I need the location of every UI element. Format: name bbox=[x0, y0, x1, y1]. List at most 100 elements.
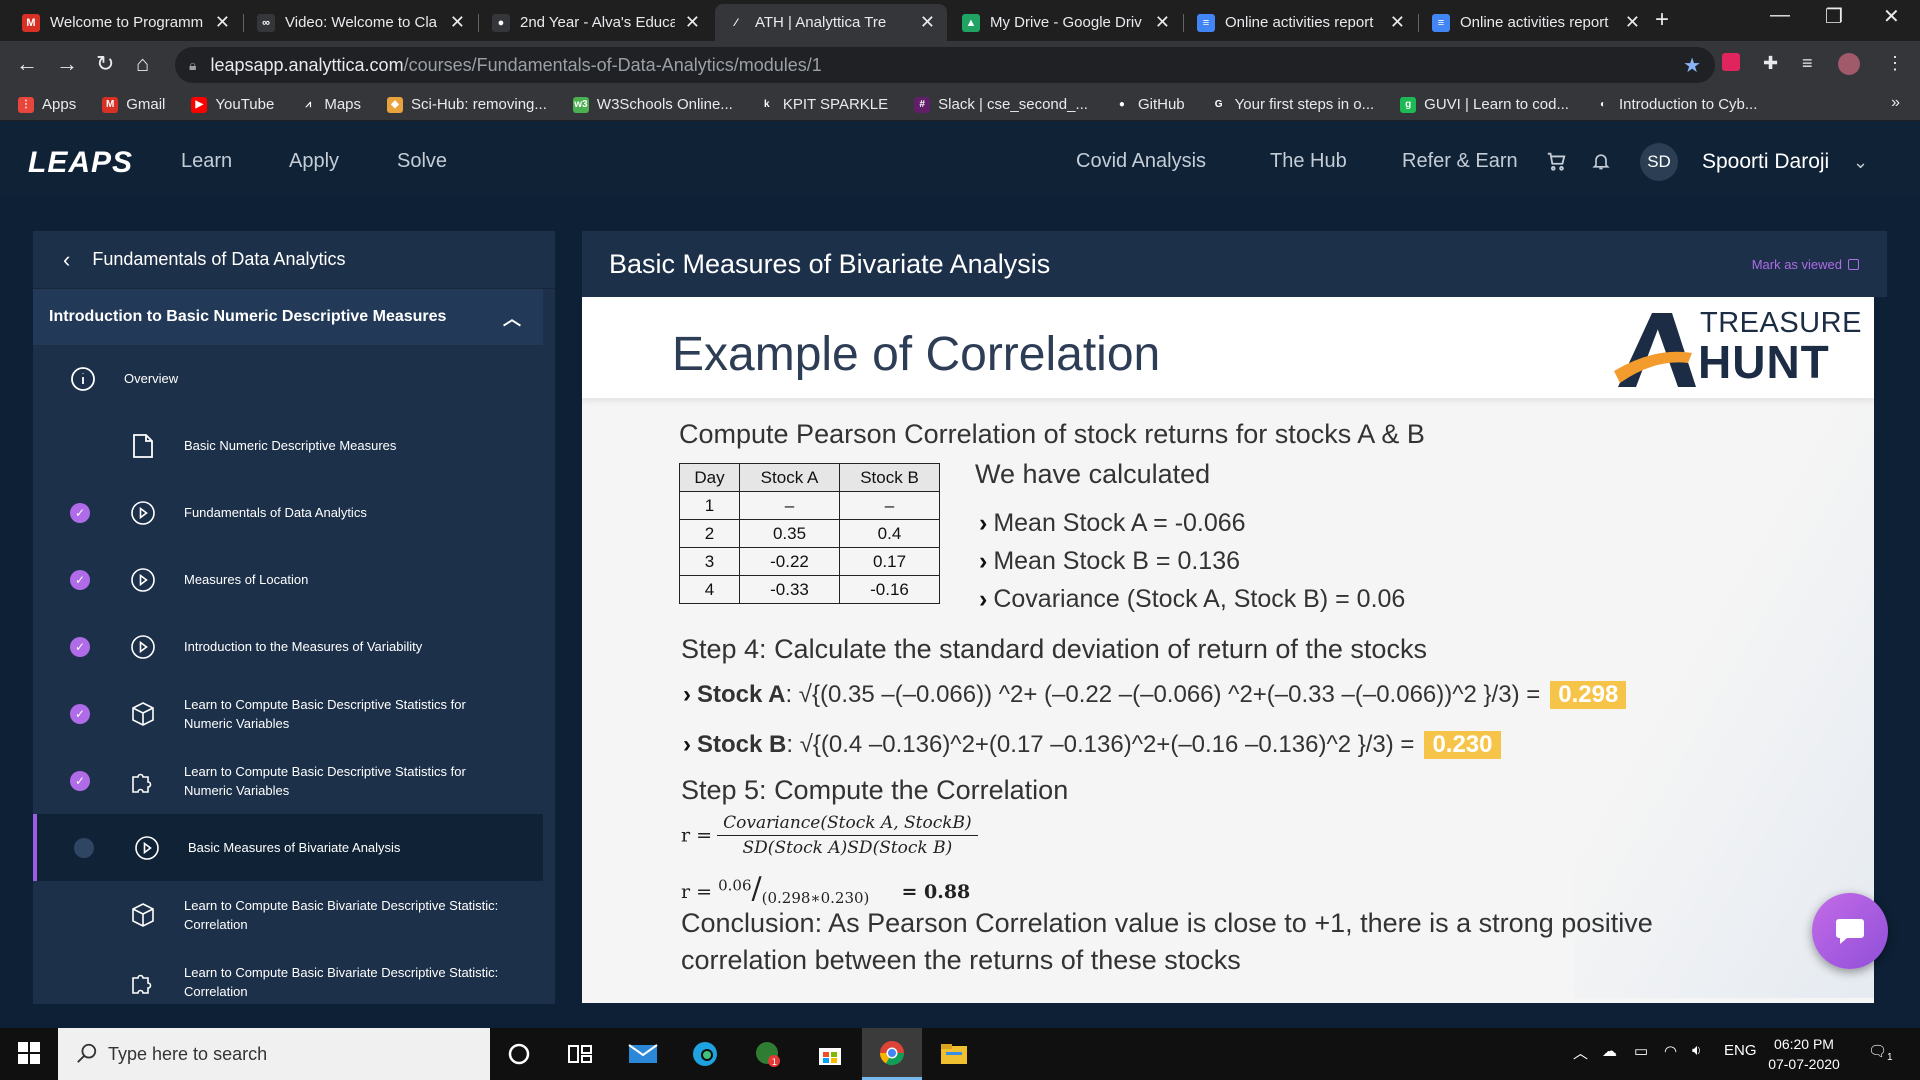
restore-icon[interactable]: ❐ bbox=[1825, 4, 1843, 29]
bookmark-item[interactable]: w3 W3Schools Online... bbox=[572, 96, 733, 113]
tab-close-icon[interactable]: ✕ bbox=[1155, 12, 1170, 33]
notifications-count: 1 bbox=[1887, 1052, 1893, 1063]
browser-tab[interactable]: ▲ My Drive - Google Driv ✕ bbox=[950, 4, 1182, 41]
reload-icon[interactable]: ↻ bbox=[96, 51, 114, 77]
browser-tab[interactable]: ≡ Online activities report ✕ bbox=[1420, 4, 1652, 41]
bookmark-item[interactable]: ⋮ Apps bbox=[18, 96, 76, 113]
bookmark-item[interactable]: g GUVI | Learn to cod... bbox=[1400, 96, 1569, 113]
kpit-icon: k bbox=[758, 96, 775, 113]
user-name[interactable]: Spoorti Daroji bbox=[1702, 150, 1829, 174]
browser-menu-icon[interactable]: ⋮ bbox=[1886, 53, 1904, 74]
profile-avatar-icon[interactable] bbox=[1838, 53, 1860, 80]
bell-icon[interactable] bbox=[1591, 150, 1611, 177]
sidebar-item-label: Learn to Compute Basic Descriptive Stati… bbox=[184, 696, 466, 731]
module-header[interactable]: Introduction to Basic Numeric Descriptiv… bbox=[33, 289, 543, 345]
more-bookmarks-icon[interactable]: » bbox=[1891, 94, 1900, 112]
windows-start-icon[interactable] bbox=[18, 1042, 40, 1069]
browser-tab[interactable]: ∞ Video: Welcome to Cla ✕ bbox=[245, 4, 477, 41]
store-icon[interactable] bbox=[813, 1038, 847, 1070]
nav-the-hub[interactable]: The Hub bbox=[1270, 150, 1347, 173]
sidebar-item[interactable]: Overview bbox=[33, 345, 543, 412]
leaps-logo[interactable]: LEAPS bbox=[28, 146, 133, 180]
back-icon[interactable]: ← bbox=[16, 51, 38, 77]
extensions-icon[interactable]: ✚ bbox=[1763, 53, 1778, 74]
mark-as-viewed-button[interactable]: Mark as viewed bbox=[1752, 257, 1859, 272]
close-window-icon[interactable]: ✕ bbox=[1883, 4, 1900, 29]
sidebar-item-label: Fundamentals of Data Analytics bbox=[184, 505, 367, 520]
cart-icon[interactable] bbox=[1545, 150, 1567, 177]
media-control-icon[interactable]: ≡ bbox=[1802, 53, 1813, 74]
pocket-icon[interactable] bbox=[1722, 53, 1740, 76]
cortana-icon[interactable] bbox=[502, 1038, 536, 1070]
minimize-icon[interactable]: — bbox=[1770, 4, 1790, 27]
nav-refer-earn[interactable]: Refer & Earn bbox=[1402, 150, 1518, 173]
table-header-cell: Stock B bbox=[839, 463, 940, 492]
chevron-down-icon[interactable]: ⌄ bbox=[1853, 152, 1868, 173]
home-icon[interactable]: ⌂ bbox=[136, 51, 149, 77]
notifications-icon[interactable]: 🗨︎1 bbox=[1868, 1042, 1893, 1063]
taskbar-clock[interactable]: 06:20 PM 07-07-2020 bbox=[1758, 1034, 1850, 1074]
browser-tab[interactable]: ≡ Online activities report ✕ bbox=[1185, 4, 1417, 41]
whatsapp-icon[interactable]: 1 bbox=[751, 1038, 785, 1070]
chat-button[interactable] bbox=[1812, 893, 1888, 969]
tab-close-icon[interactable]: ✕ bbox=[215, 12, 230, 33]
sidebar-item[interactable]: Learn to Compute Basic Bivariate Descrip… bbox=[33, 948, 543, 1004]
user-avatar[interactable]: SD bbox=[1640, 143, 1678, 181]
taskbar-search-placeholder: Type here to search bbox=[108, 1043, 268, 1064]
sidebar-item[interactable]: Basic Measures of Bivariate Analysis bbox=[33, 814, 543, 881]
table-row: 3 -0.22 0.17 bbox=[679, 547, 940, 576]
sidebar-item[interactable]: Basic Numeric Descriptive Measures bbox=[33, 412, 543, 479]
sidebar-item[interactable]: ✓ Measures of Location bbox=[33, 546, 543, 613]
edge-icon[interactable] bbox=[688, 1038, 722, 1070]
new-tab-icon[interactable]: + bbox=[1655, 6, 1669, 34]
bookmark-item[interactable]: M Gmail bbox=[102, 96, 165, 113]
bookmark-label: GitHub bbox=[1137, 96, 1185, 113]
file-explorer-icon[interactable] bbox=[937, 1038, 971, 1070]
bookmark-item[interactable]: ▶ YouTube bbox=[191, 96, 274, 113]
bookmark-item[interactable]: ◆ Sci-Hub: removing... bbox=[387, 96, 547, 113]
calculated-mean-b: › Mean Stock B = 0.136 bbox=[979, 547, 1241, 575]
tab-separator bbox=[478, 14, 479, 32]
battery-icon[interactable]: ▭ bbox=[1634, 1042, 1648, 1060]
tab-close-icon[interactable]: ✕ bbox=[685, 12, 700, 33]
sidebar-item[interactable]: ✓ Fundamentals of Data Analytics bbox=[33, 479, 543, 546]
tab-close-icon[interactable]: ✕ bbox=[920, 12, 935, 33]
tab-close-icon[interactable]: ✕ bbox=[450, 12, 465, 33]
tab-close-icon[interactable]: ✕ bbox=[1625, 12, 1640, 33]
sidebar-item[interactable]: ✓ Learn to Compute Basic Descriptive Stat… bbox=[33, 680, 543, 747]
nav-solve[interactable]: Solve bbox=[397, 150, 447, 173]
bookmark-item[interactable]: ⩘ Maps bbox=[300, 96, 361, 113]
checkbox-icon[interactable] bbox=[1848, 259, 1859, 270]
bookmark-item[interactable]: G Your first steps in o... bbox=[1210, 96, 1374, 113]
nav-learn[interactable]: Learn bbox=[181, 150, 232, 173]
bookmark-item[interactable]: # Slack | cse_second_... bbox=[914, 96, 1088, 113]
task-view-icon[interactable] bbox=[563, 1038, 597, 1070]
nav-covid-analysis[interactable]: Covid Analysis bbox=[1076, 150, 1206, 173]
sidebar-item[interactable]: ✓ Learn to Compute Basic Descriptive Stat… bbox=[33, 747, 543, 814]
address-bar[interactable]: 🔒︎ leapsapp.analyttica.com/courses/Funda… bbox=[175, 47, 1715, 83]
bookmark-item[interactable]: ● GitHub bbox=[1113, 96, 1185, 113]
sidebar-course-header[interactable]: ‹ Fundamentals of Data Analytics bbox=[33, 231, 555, 289]
sidebar-item[interactable]: Learn to Compute Basic Bivariate Descrip… bbox=[33, 881, 543, 948]
chrome-taskbar-icon[interactable] bbox=[862, 1028, 922, 1080]
taskbar-search-input[interactable]: Type here to search bbox=[58, 1028, 490, 1080]
browser-tab[interactable]: ● 2nd Year - Alva's Educa ✕ bbox=[480, 4, 712, 41]
tray-chevron-up-icon[interactable]: ︿ bbox=[1573, 1042, 1588, 1063]
bookmark-item[interactable]: k KPIT SPARKLE bbox=[758, 96, 888, 113]
tab-close-icon[interactable]: ✕ bbox=[1390, 12, 1405, 33]
sidebar-item[interactable]: ✓ Introduction to the Measures of Variabi… bbox=[33, 613, 543, 680]
chevron-up-icon[interactable]: ︿ bbox=[503, 305, 521, 331]
mail-icon[interactable] bbox=[626, 1038, 660, 1070]
document-icon bbox=[129, 432, 157, 460]
onedrive-icon[interactable]: ☁ bbox=[1602, 1042, 1617, 1060]
nav-apply[interactable]: Apply bbox=[289, 150, 339, 173]
wifi-icon[interactable]: ◠ bbox=[1664, 1042, 1677, 1060]
bookmark-item[interactable]: ◐ Introduction to Cyb... bbox=[1594, 96, 1757, 113]
chevron-left-icon[interactable]: ‹ bbox=[63, 247, 70, 273]
forward-icon[interactable]: → bbox=[56, 51, 78, 77]
language-indicator[interactable]: ENG bbox=[1724, 1042, 1757, 1059]
browser-tab[interactable]: ⁄ ATH | Analyttica Tre ✕ bbox=[715, 4, 947, 41]
volume-icon[interactable]: 🔉︎ bbox=[1692, 1042, 1701, 1059]
browser-tab[interactable]: M Welcome to Programm ✕ bbox=[10, 4, 242, 41]
bookmark-star-icon[interactable]: ★ bbox=[1683, 53, 1701, 78]
